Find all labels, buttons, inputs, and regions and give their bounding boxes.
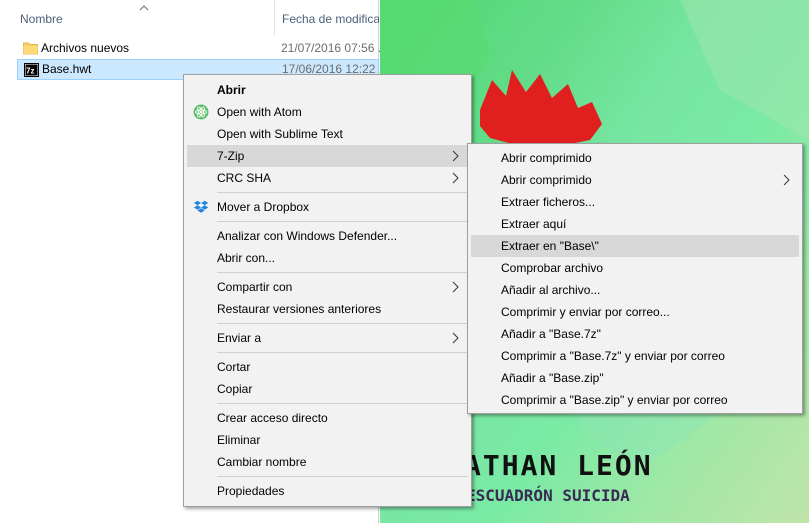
menu-item-label: Enviar a	[217, 331, 262, 345]
file-name: Base.hwt	[42, 62, 92, 76]
submenu-item-extract-here[interactable]: Extraer aquí	[471, 213, 799, 235]
file-context-menu: Abrir Open with Atom Open with Sublime T…	[183, 74, 472, 507]
menu-item-scan-defender[interactable]: Analizar con Windows Defender...	[187, 225, 468, 247]
menu-item-label: Añadir a "Base.zip"	[501, 371, 604, 385]
submenu-item-extract-files[interactable]: Extraer ficheros...	[471, 191, 799, 213]
menu-item-label: Comprobar archivo	[501, 261, 604, 275]
submenu-item-test-archive[interactable]: Comprobar archivo	[471, 257, 799, 279]
menu-item-properties[interactable]: Propiedades	[187, 480, 468, 502]
menu-item-cut[interactable]: Cortar	[187, 356, 468, 378]
menu-separator	[217, 323, 468, 324]
menu-item-label: Cortar	[217, 360, 251, 374]
menu-item-label: Abrir comprimido	[501, 173, 592, 187]
menu-item-label: Comprimir a "Base.zip" y enviar por corr…	[501, 393, 728, 407]
submenu-item-extract-to-folder[interactable]: Extraer en "Base\"	[471, 235, 799, 257]
wallpaper-title: ATHAN LEÓN	[464, 449, 653, 482]
file-date: 21/07/2016 07:56 ...	[281, 41, 388, 55]
svg-text:7z: 7z	[26, 67, 34, 76]
submenu-item-compress-zip-email[interactable]: Comprimir a "Base.zip" y enviar por corr…	[471, 389, 799, 411]
chevron-right-icon	[452, 281, 459, 293]
menu-item-open-with-atom[interactable]: Open with Atom	[187, 101, 468, 123]
menu-separator	[217, 221, 468, 222]
submenu-item-compress-7z-email[interactable]: Comprimir a "Base.7z" y enviar por corre…	[471, 345, 799, 367]
atom-icon	[193, 104, 209, 120]
menu-item-create-shortcut[interactable]: Crear acceso directo	[187, 407, 468, 429]
column-header-name[interactable]: Nombre	[20, 0, 270, 36]
menu-item-7zip[interactable]: 7-Zip	[187, 145, 468, 167]
chevron-right-icon	[452, 150, 459, 162]
menu-item-open-with-sublime[interactable]: Open with Sublime Text	[187, 123, 468, 145]
menu-item-label: Extraer ficheros...	[501, 195, 596, 209]
menu-item-label: Comprimir a "Base.7z" y enviar por corre…	[501, 349, 725, 363]
chevron-right-icon	[452, 332, 459, 344]
seven-zip-submenu: Abrir comprimido Abrir comprimido Extrae…	[467, 143, 803, 414]
menu-item-label: Propiedades	[217, 484, 285, 498]
seven-zip-file-icon: 7z	[24, 63, 39, 77]
menu-item-label: Copiar	[217, 382, 253, 396]
menu-item-copy[interactable]: Copiar	[187, 378, 468, 400]
dropbox-icon	[193, 200, 209, 213]
menu-item-label: Mover a Dropbox	[217, 200, 310, 214]
menu-item-send-to[interactable]: Enviar a	[187, 327, 468, 349]
submenu-item-add-to-archive[interactable]: Añadir al archivo...	[471, 279, 799, 301]
menu-item-restore-versions[interactable]: Restaurar versiones anteriores	[187, 298, 468, 320]
menu-item-label: Open with Sublime Text	[217, 127, 343, 141]
menu-item-label: Comprimir y enviar por correo...	[501, 305, 670, 319]
menu-item-label: Cambiar nombre	[217, 455, 307, 469]
menu-item-rename[interactable]: Cambiar nombre	[187, 451, 468, 473]
menu-item-label: 7-Zip	[217, 149, 245, 163]
menu-item-label: CRC SHA	[217, 171, 272, 185]
menu-item-open[interactable]: Abrir	[187, 79, 468, 101]
menu-item-label: Extraer en "Base\"	[501, 239, 599, 253]
menu-item-label: Restaurar versiones anteriores	[217, 302, 382, 316]
menu-item-label: Analizar con Windows Defender...	[217, 229, 398, 243]
submenu-item-add-to-zip[interactable]: Añadir a "Base.zip"	[471, 367, 799, 389]
menu-separator	[217, 403, 468, 404]
chevron-right-icon	[452, 172, 459, 184]
menu-item-open-with[interactable]: Abrir con...	[187, 247, 468, 269]
menu-item-label: Crear acceso directo	[217, 411, 328, 425]
menu-item-move-to-dropbox[interactable]: Mover a Dropbox	[187, 196, 468, 218]
menu-item-crc-sha[interactable]: CRC SHA	[187, 167, 468, 189]
submenu-item-open-archive[interactable]: Abrir comprimido	[471, 147, 799, 169]
chevron-right-icon	[783, 174, 790, 186]
folder-icon	[23, 42, 38, 55]
menu-item-label: Extraer aquí	[501, 217, 567, 231]
submenu-item-open-archive-sub[interactable]: Abrir comprimido	[471, 169, 799, 191]
submenu-item-add-to-7z[interactable]: Añadir a "Base.7z"	[471, 323, 799, 345]
menu-item-label: Abrir con...	[217, 251, 276, 265]
menu-item-label: Añadir a "Base.7z"	[501, 327, 601, 341]
menu-separator	[217, 476, 468, 477]
menu-item-label: Compartir con	[217, 280, 293, 294]
menu-item-label: Abrir comprimido	[501, 151, 592, 165]
menu-separator	[217, 352, 468, 353]
file-name: Archivos nuevos	[41, 41, 130, 55]
menu-separator	[217, 192, 468, 193]
menu-item-label: Eliminar	[217, 433, 261, 447]
menu-item-share-with[interactable]: Compartir con	[187, 276, 468, 298]
submenu-item-compress-and-email[interactable]: Comprimir y enviar por correo...	[471, 301, 799, 323]
menu-item-label: Añadir al archivo...	[501, 283, 601, 297]
menu-item-delete[interactable]: Eliminar	[187, 429, 468, 451]
wallpaper-subtitle: ESCUADRÓN SUICIDA	[466, 486, 630, 505]
menu-separator	[217, 272, 468, 273]
column-header-date[interactable]: Fecha de modifica	[274, 0, 379, 36]
file-row-folder[interactable]: Archivos nuevos 21/07/2016 07:56 ...	[17, 38, 388, 59]
menu-item-label: Abrir	[217, 83, 246, 97]
menu-item-label: Open with Atom	[217, 105, 302, 119]
